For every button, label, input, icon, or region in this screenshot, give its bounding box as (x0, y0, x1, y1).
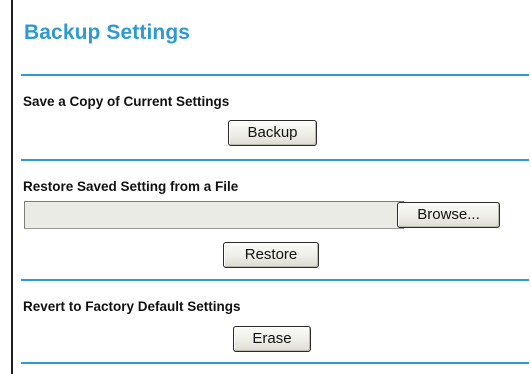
backup-button[interactable]: Backup (228, 120, 317, 146)
backup-settings-panel: Backup Settings Save a Copy of Current S… (11, 0, 531, 374)
section-divider (21, 74, 529, 76)
page-title: Backup Settings (24, 21, 191, 44)
restore-button[interactable]: Restore (223, 242, 319, 268)
save-copy-label: Save a Copy of Current Settings (23, 94, 230, 109)
restore-file-label: Restore Saved Setting from a File (23, 179, 239, 194)
section-divider (21, 159, 529, 161)
section-divider (21, 362, 529, 364)
factory-default-label: Revert to Factory Default Settings (23, 299, 241, 314)
restore-file-path-input[interactable] (24, 201, 404, 229)
section-divider (21, 279, 529, 281)
erase-button[interactable]: Erase (233, 326, 311, 352)
browse-button[interactable]: Browse... (397, 202, 500, 228)
